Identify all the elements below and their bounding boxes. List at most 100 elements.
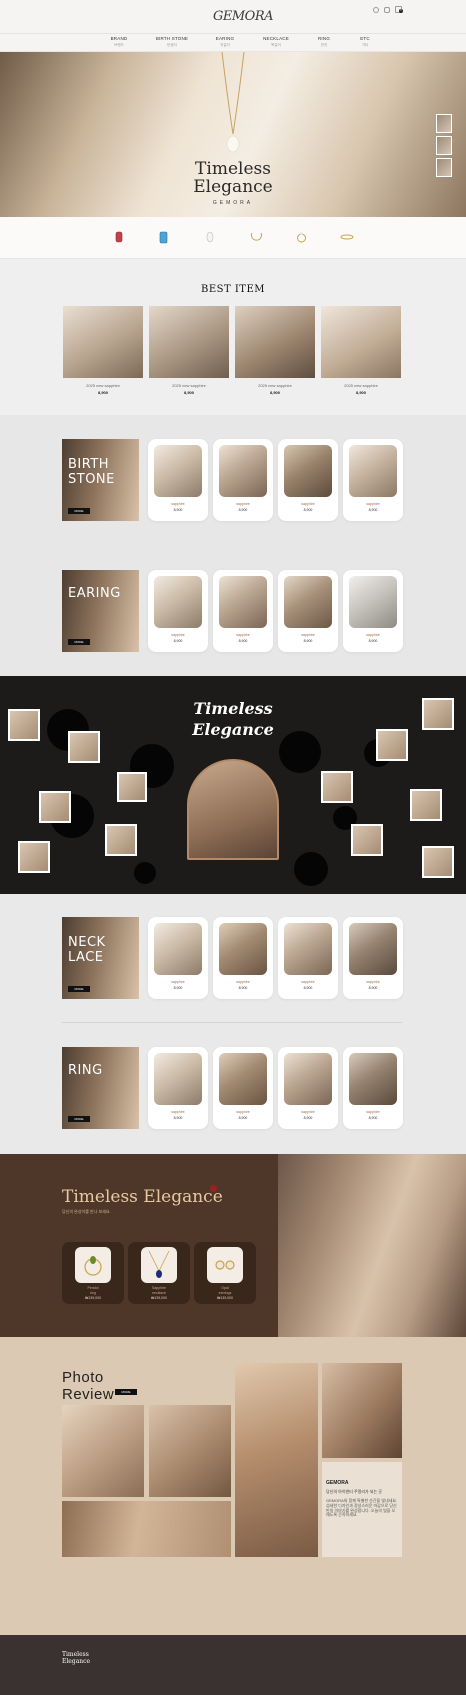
- banner-title: Timeless Elegance: [183, 698, 283, 740]
- logo[interactable]: GEMORA: [213, 9, 274, 24]
- product-card[interactable]: sapphire 8,900: [213, 439, 273, 521]
- product-card[interactable]: sapphire 8,900: [343, 917, 403, 999]
- product-name: sapphire: [366, 980, 380, 984]
- review-photo[interactable]: [62, 1405, 144, 1497]
- hero-thumbnail[interactable]: [436, 114, 452, 133]
- product-image: [219, 923, 267, 975]
- nav-item-birth-stone[interactable]: BIRTH STONE 탄생석: [142, 36, 202, 48]
- category-title-line: RING: [68, 1063, 103, 1078]
- diamond-icon[interactable]: [206, 231, 214, 243]
- product-card[interactable]: sapphire 8,900: [278, 570, 338, 652]
- category-banner-ring[interactable]: RING MORE: [62, 1047, 139, 1129]
- product-card[interactable]: sapphire 8,900: [343, 1047, 403, 1129]
- product-image: [154, 445, 202, 497]
- product-price: 8,900: [238, 508, 248, 512]
- best-item-card[interactable]: 2025 new sapphire 8,900: [321, 306, 401, 395]
- product-name: Sapphire necklace: [128, 1286, 190, 1295]
- product-name: 2025 new sapphire: [344, 383, 378, 388]
- product-card[interactable]: sapphire 8,900: [213, 1047, 273, 1129]
- product-card[interactable]: sapphire 8,900: [343, 570, 403, 652]
- product-image: [75, 1247, 111, 1283]
- best-item-title: BEST ITEM: [200, 284, 265, 295]
- review-photo[interactable]: [62, 1501, 231, 1557]
- product-image: [349, 923, 397, 975]
- product-image: [235, 306, 315, 378]
- product-card[interactable]: sapphire 8,900: [278, 439, 338, 521]
- category-banner-necklace[interactable]: NECK LACE MORE: [62, 917, 139, 999]
- category-title-line: NECK: [68, 935, 106, 950]
- jewelry-photo[interactable]: [410, 789, 442, 821]
- category-title: BIRTH STONE: [68, 457, 115, 487]
- site-footer: Timeless Elegance: [0, 1635, 466, 1695]
- category-title-line: STONE: [68, 472, 115, 487]
- jewelry-photo[interactable]: [8, 709, 40, 741]
- model-photo: [278, 1154, 466, 1337]
- category-banner-birth-stone[interactable]: BIRTH STONE MORE: [62, 439, 139, 521]
- review-photo[interactable]: [235, 1363, 318, 1557]
- review-photo[interactable]: [322, 1363, 402, 1458]
- ruby-icon[interactable]: [115, 231, 123, 243]
- review-photo[interactable]: [149, 1405, 231, 1497]
- bracelet-icon[interactable]: [340, 234, 354, 240]
- jewelry-photo[interactable]: [105, 824, 137, 856]
- product-card[interactable]: sapphire 8,900: [148, 570, 208, 652]
- product-name-line: ring: [90, 1290, 96, 1295]
- product-price: 8,900: [368, 639, 378, 643]
- product-card[interactable]: sapphire 8,900: [148, 439, 208, 521]
- necklace-image: [221, 52, 245, 153]
- more-button[interactable]: MORE: [68, 1116, 90, 1122]
- promo-product-card[interactable]: Peridot ring ₩139,000: [62, 1242, 124, 1304]
- product-card[interactable]: sapphire 8,900: [148, 1047, 208, 1129]
- product-card[interactable]: sapphire 8,900: [278, 917, 338, 999]
- product-card[interactable]: sapphire 8,900: [213, 917, 273, 999]
- best-item-card[interactable]: 2025 new sapphire 8,900: [149, 306, 229, 395]
- review-more-button[interactable]: MORE: [115, 1389, 137, 1395]
- nav-sublabel: 기타: [361, 43, 369, 47]
- promo-product-card[interactable]: Opal earrings ₩139,000: [194, 1242, 256, 1304]
- nav-item-brand[interactable]: BRAND 브랜드: [89, 36, 149, 48]
- category-icon-row: [0, 217, 466, 259]
- jewelry-photo[interactable]: [117, 772, 147, 802]
- nav-item-etc[interactable]: ETC 기타: [335, 36, 395, 48]
- review-title-line: Photo: [62, 1369, 104, 1386]
- jewelry-photo[interactable]: [376, 729, 408, 761]
- hero-thumbnail[interactable]: [436, 158, 452, 177]
- product-price: 8,900: [238, 639, 248, 643]
- product-card[interactable]: sapphire 8,900: [213, 570, 273, 652]
- photo-review-section: Photo Review MORE GEMORA 당신의 아이덴티 주얼리가 되…: [0, 1337, 466, 1635]
- product-card[interactable]: sapphire 8,900: [148, 917, 208, 999]
- jewelry-photo[interactable]: [39, 791, 71, 823]
- jewelry-photo[interactable]: [351, 824, 383, 856]
- category-banner-earing[interactable]: EARING MORE: [62, 570, 139, 652]
- product-price: 8,900: [173, 639, 183, 643]
- product-price: 8,900: [368, 1116, 378, 1120]
- product-image: [321, 306, 401, 378]
- search-icon[interactable]: [373, 7, 379, 13]
- more-button[interactable]: MORE: [68, 508, 90, 514]
- jewelry-photo[interactable]: [422, 846, 454, 878]
- aquamarine-icon[interactable]: [159, 231, 168, 244]
- cart-count-badge: 0: [399, 9, 403, 13]
- hoop-earring-icon[interactable]: [250, 231, 263, 243]
- more-button[interactable]: MORE: [68, 639, 90, 645]
- ring-icon[interactable]: [296, 231, 307, 243]
- best-item-card[interactable]: 2025 new sapphire 8,900: [63, 306, 143, 395]
- product-card[interactable]: sapphire 8,900: [278, 1047, 338, 1129]
- product-price: 8,900: [173, 986, 183, 990]
- promo-product-card[interactable]: Sapphire necklace ₩139,000: [128, 1242, 190, 1304]
- product-image: [349, 576, 397, 628]
- category-title-line: LACE: [68, 950, 104, 965]
- more-button[interactable]: MORE: [68, 986, 90, 992]
- product-name: Peridot ring: [62, 1286, 124, 1295]
- user-icon[interactable]: [384, 7, 390, 13]
- jewelry-photo[interactable]: [18, 841, 50, 873]
- jewelry-photo[interactable]: [321, 771, 353, 803]
- jewelry-photo[interactable]: [422, 698, 454, 730]
- hero-thumbnail[interactable]: [436, 136, 452, 155]
- product-name: 2025 new sapphire: [86, 383, 120, 388]
- product-card[interactable]: sapphire 8,900: [343, 439, 403, 521]
- product-image: [284, 576, 332, 628]
- jewelry-photo[interactable]: [68, 731, 100, 763]
- best-item-card[interactable]: 2025 new sapphire 8,900: [235, 306, 315, 395]
- hero-title-line1: Timeless: [195, 159, 271, 179]
